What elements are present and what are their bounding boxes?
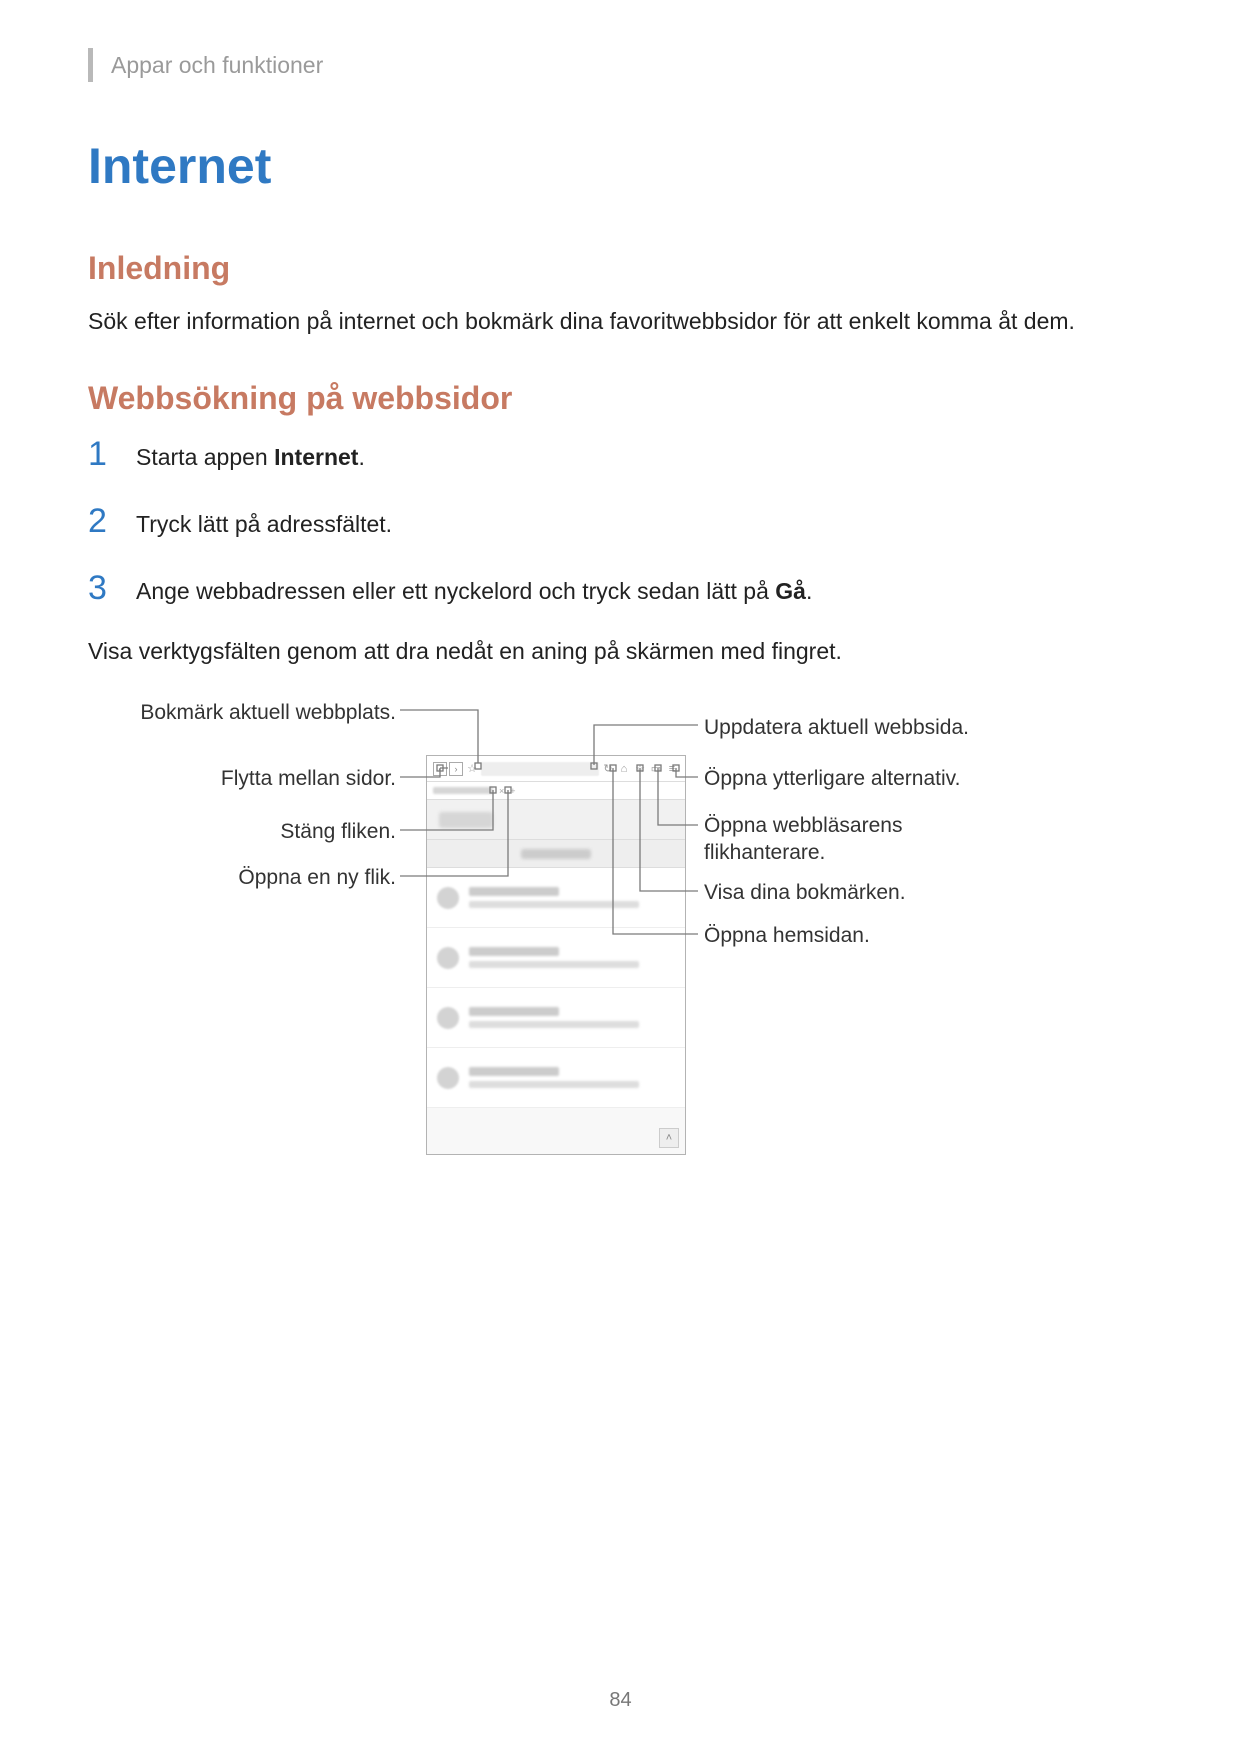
section-intro-heading: Inledning [88, 250, 1153, 287]
callout-show-bookmarks: Visa dina bokmärken. [704, 880, 906, 906]
step-bold: Internet [274, 444, 358, 470]
list-item [427, 1048, 685, 1108]
callout-more-options: Öppna ytterligare alternativ. [704, 766, 960, 792]
step-pre: Starta appen [136, 444, 274, 470]
callout-move-between-pages: Flytta mellan sidor. [88, 766, 396, 792]
home-icon[interactable]: ⌂ [617, 762, 631, 776]
browser-diagram: Bokmärk aktuell webbplats. Flytta mellan… [88, 695, 1153, 1215]
step-3: 3 Ange webbadressen eller ett nyckelord … [88, 569, 1153, 608]
callout-tab-manager: Öppna webbläsarens flikhanterare. [704, 813, 964, 866]
step-1: 1 Starta appen Internet. [88, 435, 1153, 474]
close-tab-icon[interactable]: × [499, 786, 504, 796]
callout-open-new-tab: Öppna en ny flik. [88, 865, 396, 891]
step-post: . [358, 444, 364, 470]
step-number: 1 [88, 435, 118, 474]
tab-label [433, 787, 493, 794]
callout-bookmark-current: Bokmärk aktuell webbplats. [88, 700, 396, 726]
tab-row: × + [427, 782, 685, 800]
callout-close-tab: Stäng fliken. [88, 819, 396, 845]
step-2: 2 Tryck lätt på adressfältet. [88, 502, 1153, 541]
new-tab-icon[interactable]: + [510, 786, 515, 796]
step-text: Starta appen Internet. [136, 444, 365, 471]
tabs-icon[interactable]: ▭ [649, 762, 663, 776]
menu-icon[interactable]: ≡ [665, 762, 679, 776]
step-post: . [806, 578, 812, 604]
breadcrumb-divider [88, 48, 93, 82]
scroll-up-button[interactable]: ˄ [659, 1128, 679, 1148]
phone-mockup: ‹ › ☆ ↻ ⌂ ☆ ▭ ≡ × + ˄ [426, 755, 686, 1155]
step-number: 2 [88, 502, 118, 541]
page-number: 84 [0, 1689, 1241, 1712]
address-bar[interactable] [481, 762, 599, 776]
step-number: 3 [88, 569, 118, 608]
callout-refresh-page: Uppdatera aktuell webbsida. [704, 715, 969, 741]
section-search-heading: Webbsökning på webbsidor [88, 380, 1153, 417]
list-item [427, 988, 685, 1048]
step-pre: Tryck lätt på adressfältet. [136, 511, 392, 537]
back-button[interactable]: ‹ [433, 762, 447, 776]
breadcrumb-text: Appar och funktioner [111, 52, 323, 79]
toolbars-hint: Visa verktygsfälten genom att dra nedåt … [88, 638, 1153, 665]
breadcrumb: Appar och funktioner [88, 48, 1153, 82]
step-text: Ange webbadressen eller ett nyckelord oc… [136, 578, 812, 605]
step-bold: Gå [775, 578, 806, 604]
list-item [427, 868, 685, 928]
star-icon[interactable]: ☆ [465, 762, 479, 776]
step-pre: Ange webbadressen eller ett nyckelord oc… [136, 578, 775, 604]
section-intro-body: Sök efter information på internet och bo… [88, 305, 1153, 338]
callout-open-homepage: Öppna hemsidan. [704, 923, 870, 949]
step-text: Tryck lätt på adressfältet. [136, 511, 392, 538]
page-title: Internet [88, 137, 1153, 195]
forward-button[interactable]: › [449, 762, 463, 776]
page-header [427, 800, 685, 840]
page-subheader [427, 840, 685, 868]
bookmarks-icon[interactable]: ☆ [633, 762, 647, 776]
refresh-icon[interactable]: ↻ [601, 762, 615, 776]
step-list: 1 Starta appen Internet. 2 Tryck lätt på… [88, 435, 1153, 608]
browser-toolbar: ‹ › ☆ ↻ ⌂ ☆ ▭ ≡ [427, 756, 685, 782]
list-item [427, 928, 685, 988]
